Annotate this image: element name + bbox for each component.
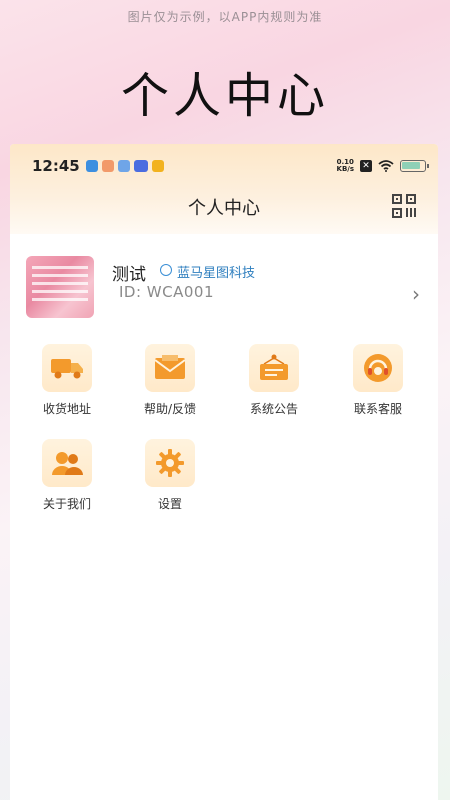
status-bar: 12:45 0.10 KB/s ✕ (10, 154, 438, 178)
qr-code-icon[interactable] (392, 194, 416, 218)
menu-label: 收货地址 (42, 402, 91, 416)
menu-label: 联系客服 (353, 402, 402, 416)
clock: 12:45 (32, 157, 80, 175)
menu-label: 帮助/反馈 (143, 402, 197, 416)
network-speed: 0.10 KB/s (336, 158, 354, 173)
app-notification-icon (85, 160, 98, 172)
avatar[interactable] (26, 256, 94, 318)
chevron-right-icon[interactable]: › (412, 282, 420, 306)
phone-screen: 12:45 0.10 KB/s ✕ 个人中心 测试 蓝马星图科技 ID: WCA… (10, 144, 438, 800)
envelope-icon (145, 344, 195, 392)
company-name: 蓝马星图科技 (177, 266, 256, 281)
menu-item-announcement[interactable]: 系统公告 (222, 344, 326, 430)
username: 测试 (112, 265, 146, 285)
menu-label: 关于我们 (42, 497, 91, 511)
close-box-icon: ✕ (360, 160, 372, 172)
menu-label: 设置 (157, 497, 182, 511)
battery-icon (400, 160, 429, 172)
menu-item-address[interactable]: 收货地址 (15, 344, 119, 430)
truck-icon (42, 344, 92, 392)
gear-icon (145, 439, 195, 487)
page-title: 个人中心 (188, 198, 260, 219)
users-icon (42, 439, 92, 487)
app-notification-icon (133, 160, 148, 172)
menu-item-about-us[interactable]: 关于我们 (15, 439, 119, 525)
user-id: ID: WCA001 (119, 283, 214, 301)
headset-icon (353, 344, 403, 392)
notice-board-icon (249, 344, 299, 392)
app-notification-icon (101, 160, 114, 172)
profile-card[interactable]: 测试 蓝马星图科技 ID: WCA001 › (26, 256, 426, 322)
menu-item-settings[interactable]: 设置 (118, 439, 222, 525)
wifi-icon (378, 160, 394, 172)
app-notification-icon (117, 160, 130, 172)
video-notification-icon (151, 160, 164, 172)
menu-item-customer-service[interactable]: 联系客服 (326, 344, 430, 430)
verified-badge-icon (160, 264, 172, 276)
menu-item-help-feedback[interactable]: 帮助/反馈 (118, 344, 222, 430)
menu-label: 系统公告 (249, 402, 298, 416)
hero-title: 个人中心 (120, 68, 329, 124)
top-caption: 图片仅为示例，以APP内规则为准 (127, 10, 323, 24)
